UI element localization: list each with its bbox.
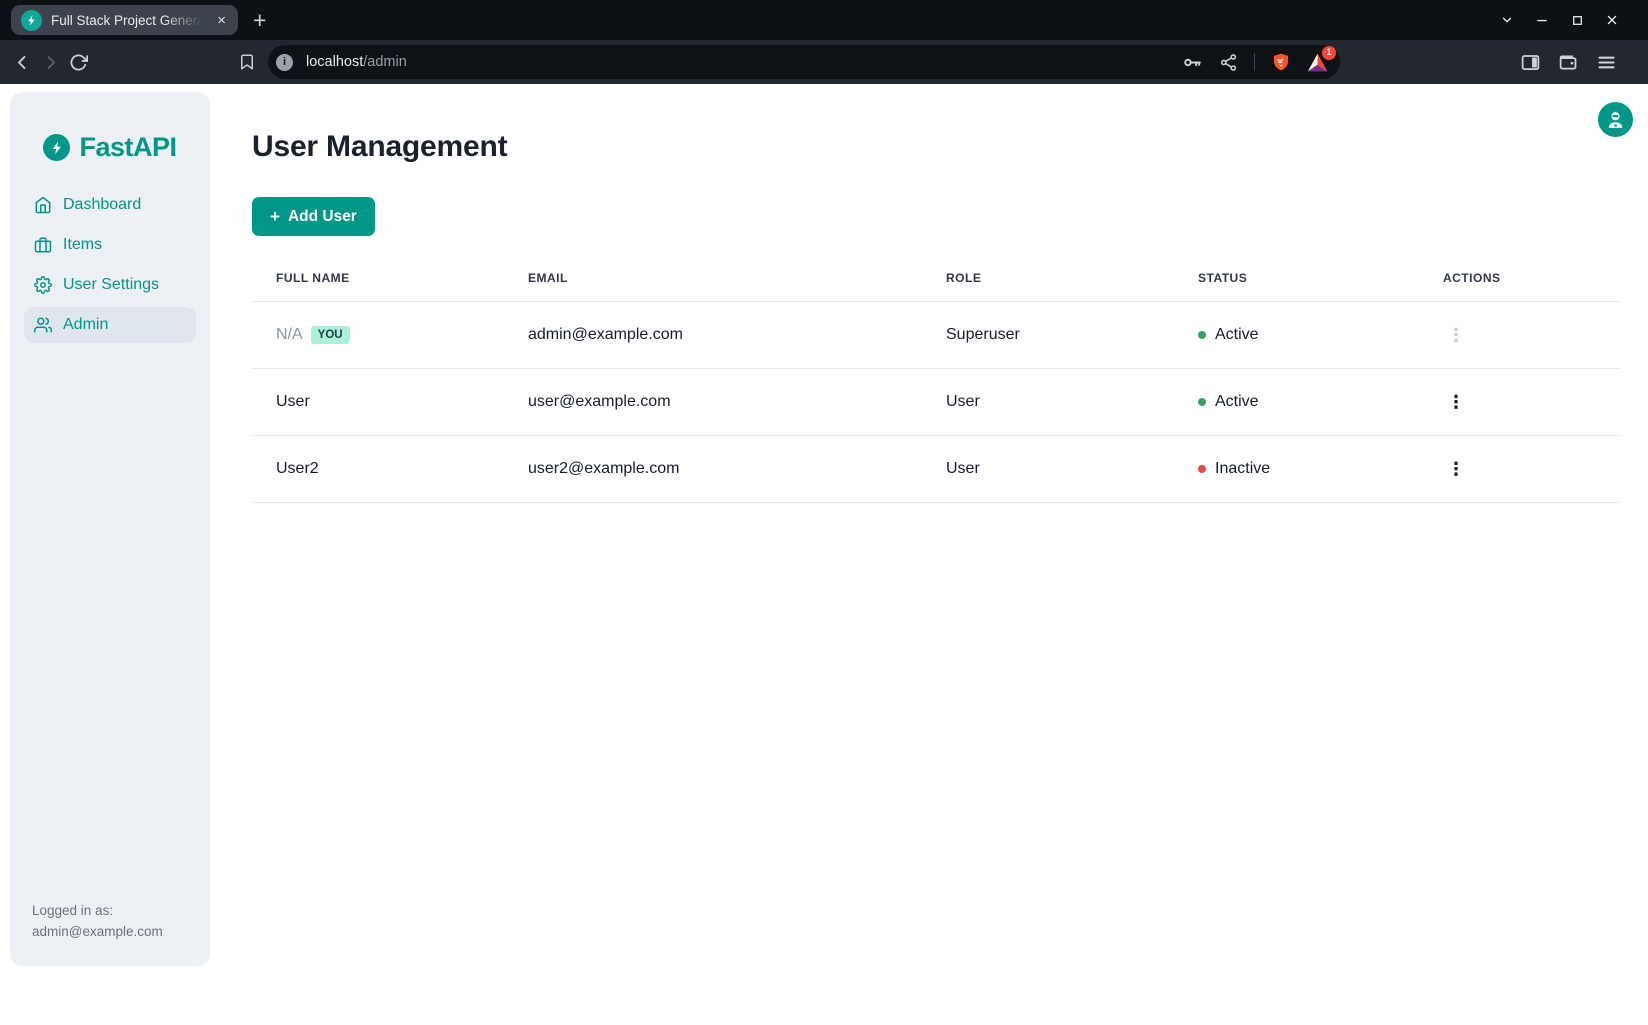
url-text: localhost/admin xyxy=(306,54,407,70)
tab-strip: Full Stack Project Genera × + xyxy=(0,0,1648,40)
divider xyxy=(1254,53,1255,71)
user-astronaut-icon xyxy=(1605,109,1626,130)
cell-role: User xyxy=(922,393,1174,411)
bookmark-icon[interactable] xyxy=(238,53,256,71)
cell-actions: ⋮ xyxy=(1419,456,1620,482)
sidebar-item-label: User Settings xyxy=(63,276,159,294)
briefcase-icon xyxy=(34,236,52,254)
users-table: FULL NAME EMAIL ROLE STATUS ACTIONS N/AY… xyxy=(252,254,1620,503)
table-row: User user@example.com User Active ⋮ xyxy=(252,369,1620,436)
logged-in-label: Logged in as: xyxy=(32,901,188,922)
tab-title: Full Stack Project Genera xyxy=(51,13,206,28)
logo-text: FastAPI xyxy=(79,132,176,163)
you-badge: YOU xyxy=(311,326,350,344)
new-tab-button[interactable]: + xyxy=(253,9,266,32)
gear-icon xyxy=(34,276,52,294)
cell-email: user@example.com xyxy=(504,393,922,411)
sidebar-item-user-settings[interactable]: User Settings xyxy=(24,267,196,303)
col-header-full-name: FULL NAME xyxy=(252,271,504,285)
row-actions-kebab-icon[interactable]: ⋮ xyxy=(1443,456,1469,482)
home-icon xyxy=(34,196,52,214)
status-dot-red xyxy=(1198,465,1206,473)
cell-status: Inactive xyxy=(1174,460,1419,478)
table-row: User2 user2@example.com User Inactive ⋮ xyxy=(252,436,1620,503)
fastapi-bolt-icon xyxy=(43,134,70,161)
status-dot-green xyxy=(1198,398,1206,406)
brave-shield-icon[interactable] xyxy=(1271,52,1291,73)
cell-status: Active xyxy=(1174,393,1419,411)
sidebar-item-label: Dashboard xyxy=(63,196,141,214)
col-header-email: EMAIL xyxy=(504,271,922,285)
share-icon[interactable] xyxy=(1219,53,1238,72)
add-user-label: Add User xyxy=(288,208,357,226)
sidebar-nav: Dashboard Items User Settings Admin xyxy=(10,187,210,343)
cell-full-name: User2 xyxy=(252,460,504,478)
url-host: localhost xyxy=(306,54,363,70)
sidebar-item-dashboard[interactable]: Dashboard xyxy=(24,187,196,223)
menu-hamburger-icon[interactable] xyxy=(1594,50,1618,74)
maximize-icon[interactable] xyxy=(1569,12,1585,28)
reload-icon[interactable] xyxy=(64,48,92,76)
users-icon xyxy=(34,316,52,334)
logged-in-email: admin@example.com xyxy=(32,922,188,943)
page-title: User Management xyxy=(252,130,1648,164)
rewards-badge: 1 xyxy=(1322,46,1336,60)
address-bar[interactable]: i localhost/admin 1 xyxy=(268,45,1340,79)
main-panel: User Management + Add User FULL NAME EMA… xyxy=(252,84,1648,1025)
tab-search-chevron-icon[interactable] xyxy=(1499,12,1515,28)
plus-icon: + xyxy=(270,208,280,225)
row-actions-kebab-icon[interactable]: ⋮ xyxy=(1443,389,1469,415)
close-window-icon[interactable] xyxy=(1604,12,1620,28)
cell-status: Active xyxy=(1174,326,1419,344)
site-info-icon[interactable]: i xyxy=(276,54,293,71)
col-header-role: ROLE xyxy=(922,271,1174,285)
fastapi-favicon-icon xyxy=(21,10,42,31)
cell-full-name: User xyxy=(252,393,504,411)
fastapi-logo[interactable]: FastAPI xyxy=(10,132,210,163)
wallet-icon[interactable] xyxy=(1556,50,1580,74)
forward-icon xyxy=(36,48,64,76)
table-row: N/AYOU admin@example.com Superuser Activ… xyxy=(252,302,1620,369)
sidebar-item-admin[interactable]: Admin xyxy=(24,307,196,343)
cell-full-name: N/AYOU xyxy=(252,326,504,344)
sidebar: FastAPI Dashboard Items User Settings xyxy=(10,92,210,966)
cell-role: Superuser xyxy=(922,326,1174,344)
user-menu-avatar[interactable] xyxy=(1598,102,1633,137)
status-dot-green xyxy=(1198,331,1206,339)
table-header-row: FULL NAME EMAIL ROLE STATUS ACTIONS xyxy=(252,254,1620,302)
col-header-status: STATUS xyxy=(1174,271,1419,285)
row-actions-kebab-icon: ⋮ xyxy=(1443,322,1469,348)
sidebar-panel-icon[interactable] xyxy=(1518,50,1542,74)
browser-toolbar: i localhost/admin 1 xyxy=(0,40,1648,84)
sidebar-item-label: Admin xyxy=(63,316,108,334)
cell-actions: ⋮ xyxy=(1419,389,1620,415)
add-user-button[interactable]: + Add User xyxy=(252,197,375,236)
browser-window: Full Stack Project Genera × + xyxy=(0,0,1648,1025)
sidebar-item-items[interactable]: Items xyxy=(24,227,196,263)
col-header-actions: ACTIONS xyxy=(1419,271,1620,285)
cell-role: User xyxy=(922,460,1174,478)
url-path: /admin xyxy=(363,54,407,70)
page-content: FastAPI Dashboard Items User Settings xyxy=(0,84,1648,1025)
cell-email: admin@example.com xyxy=(504,326,922,344)
cell-actions: ⋮ xyxy=(1419,322,1620,348)
minimize-icon[interactable] xyxy=(1534,12,1550,28)
password-key-icon[interactable] xyxy=(1182,52,1203,73)
tab-close-icon[interactable]: × xyxy=(215,11,228,30)
browser-tab[interactable]: Full Stack Project Genera × xyxy=(11,5,238,35)
sidebar-item-label: Items xyxy=(63,236,102,254)
brave-rewards-icon[interactable]: 1 xyxy=(1307,53,1328,72)
cell-email: user2@example.com xyxy=(504,460,922,478)
back-icon[interactable] xyxy=(8,48,36,76)
logged-in-info: Logged in as: admin@example.com xyxy=(10,901,210,966)
